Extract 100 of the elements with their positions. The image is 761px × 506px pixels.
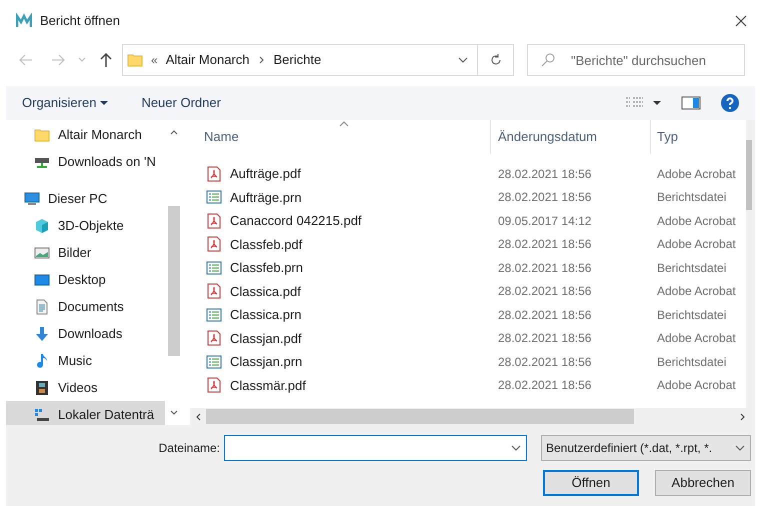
file-type: Adobe Acrobat <box>657 330 736 348</box>
preview-pane-icon[interactable] <box>681 95 701 111</box>
open-button[interactable]: Öffnen <box>543 470 639 496</box>
pdf-file-icon <box>206 283 222 300</box>
scroll-down-icon[interactable] <box>170 409 178 417</box>
file-type-dropdown[interactable]: Benutzerdefiniert (*.dat, *.rpt, *. <box>541 435 751 461</box>
up-arrow-icon[interactable] <box>98 52 114 68</box>
cube-icon <box>34 218 50 234</box>
scrollbar[interactable] <box>746 120 755 408</box>
filename-field[interactable] <box>224 435 527 461</box>
scroll-left-icon[interactable] <box>194 412 202 420</box>
file-row[interactable]: Classjan.pdf 28.02.2021 18:56 Adobe Acrobat <box>190 326 746 350</box>
pdf-file-icon <box>206 377 222 394</box>
modified-date: 28.02.2021 18:56 <box>497 306 592 324</box>
nav-item[interactable]: Documents <box>6 293 165 320</box>
modified-date: 28.02.2021 18:56 <box>497 283 592 300</box>
file-row[interactable]: Classfeb.pdf 28.02.2021 18:56 Adobe Acrobat <box>190 232 746 256</box>
scrollbar-thumb[interactable] <box>746 140 752 210</box>
nav-item[interactable]: Videos <box>6 374 165 401</box>
nav-item[interactable]: Downloads on 'N <box>6 148 165 175</box>
file-row[interactable]: Classjan.prn 28.02.2021 18:56 Berichtsdatei <box>190 350 746 374</box>
file-name: Classjan.pdf <box>230 330 302 348</box>
modified-date: 28.02.2021 18:56 <box>497 354 592 371</box>
cancel-button[interactable]: Abbrechen <box>655 470 751 496</box>
file-row[interactable]: Canaccord 042215.pdf 09.05.2017 14:12 Adobe Acrobat <box>190 209 746 232</box>
file-row[interactable]: Aufträge.prn 28.02.2021 18:56 Berichtsdatei <box>190 186 746 209</box>
file-name: Classjan.prn <box>230 353 302 371</box>
picture-icon <box>34 244 50 260</box>
search-icon <box>540 52 556 68</box>
nav-item[interactable]: 3D-Objekte <box>6 212 165 239</box>
file-name: Classica.pdf <box>230 282 301 301</box>
folder-icon <box>127 52 143 68</box>
nav-item[interactable]: Lokaler Datenträ <box>6 401 165 425</box>
app-logo-icon <box>16 13 32 29</box>
breadcrumb-item[interactable]: Altair Monarch <box>166 50 250 70</box>
file-type: Berichtsdatei <box>657 260 726 277</box>
nav-item[interactable]: Music <box>6 347 165 374</box>
folder-icon <box>34 126 50 142</box>
nav-item[interactable]: Altair Monarch <box>6 121 165 148</box>
nav-item[interactable]: Bilder <box>6 239 165 266</box>
search-field[interactable]: "Berichte" durchsuchen <box>527 44 745 76</box>
close-icon <box>735 15 747 27</box>
organize-menu-button[interactable]: Organisieren <box>22 93 108 113</box>
file-name: Classfeb.prn <box>230 259 303 277</box>
file-type: Berichtsdatei <box>657 306 726 324</box>
scrollbar[interactable] <box>190 408 755 425</box>
file-name: Aufträge.prn <box>230 188 302 207</box>
down-arrow-icon <box>34 326 50 342</box>
file-row[interactable]: Classica.pdf 28.02.2021 18:56 Adobe Acrobat <box>190 280 746 303</box>
file-name: Classica.prn <box>230 306 302 324</box>
scroll-up-icon[interactable] <box>170 128 178 136</box>
file-type: Adobe Acrobat <box>657 283 736 300</box>
report-file-icon <box>206 306 222 323</box>
help-icon[interactable] <box>721 94 739 112</box>
file-name: Aufträge.pdf <box>230 165 301 183</box>
pdf-file-icon <box>206 212 222 229</box>
scrollbar-thumb[interactable] <box>168 206 180 356</box>
file-type: Berichtsdatei <box>657 354 726 371</box>
scrollbar-thumb[interactable] <box>206 409 634 424</box>
overflow-chevron[interactable]: « <box>151 51 158 69</box>
pdf-file-icon <box>206 166 222 182</box>
nav-item[interactable]: Desktop <box>6 266 165 293</box>
desktop-icon <box>34 272 50 288</box>
refresh-button[interactable] <box>478 44 514 76</box>
modified-date: 28.02.2021 18:56 <box>497 377 592 394</box>
address-bar[interactable]: « Altair Monarch Berichte <box>122 44 478 76</box>
file-name: Canaccord 042215.pdf <box>230 212 362 230</box>
modified-date: 28.02.2021 18:56 <box>497 189 592 206</box>
nav-item[interactable]: Dieser PC <box>6 185 165 212</box>
file-type: Adobe Acrobat <box>657 377 736 394</box>
modified-date: 28.02.2021 18:56 <box>497 330 592 348</box>
modified-date: 28.02.2021 18:56 <box>497 236 592 254</box>
modified-date: 09.05.2017 14:12 <box>497 212 592 230</box>
file-type: Adobe Acrobat <box>657 236 736 254</box>
file-type: Adobe Acrobat <box>657 166 736 183</box>
report-file-icon <box>206 260 222 276</box>
file-row[interactable]: Classmär.pdf 28.02.2021 18:56 Adobe Acrobat <box>190 374 746 397</box>
file-name: Classmär.pdf <box>230 376 306 395</box>
caret-icon <box>100 99 108 107</box>
breadcrumb-item[interactable]: Berichte <box>274 50 322 70</box>
drive-icon <box>34 406 50 422</box>
pdf-file-icon <box>206 330 222 346</box>
file-row[interactable]: Classfeb.prn 28.02.2021 18:56 Berichtsdatei <box>190 256 746 280</box>
nav-item[interactable]: Downloads <box>6 320 165 347</box>
breadcrumb-chevron-icon[interactable] <box>258 56 266 64</box>
new-folder-button[interactable]: Neuer Ordner <box>141 93 221 113</box>
report-file-icon <box>206 189 222 206</box>
file-name: Classfeb.pdf <box>230 236 302 254</box>
column-header[interactable]: Name <box>190 120 490 154</box>
file-row[interactable]: Classica.prn 28.02.2021 18:56 Berichtsdatei <box>190 303 746 326</box>
pdf-file-icon <box>206 236 222 252</box>
scroll-right-icon[interactable] <box>739 412 747 420</box>
file-row[interactable]: Aufträge.pdf 28.02.2021 18:56 Adobe Acrobat <box>190 162 746 186</box>
report-file-icon <box>206 354 222 370</box>
file-type: Adobe Acrobat <box>657 212 736 230</box>
caret-icon[interactable] <box>653 99 661 107</box>
music-note-icon <box>34 352 50 368</box>
column-header[interactable]: Änderungsdatum <box>490 120 650 154</box>
modified-date: 28.02.2021 18:56 <box>497 260 592 277</box>
computer-icon <box>24 190 40 206</box>
